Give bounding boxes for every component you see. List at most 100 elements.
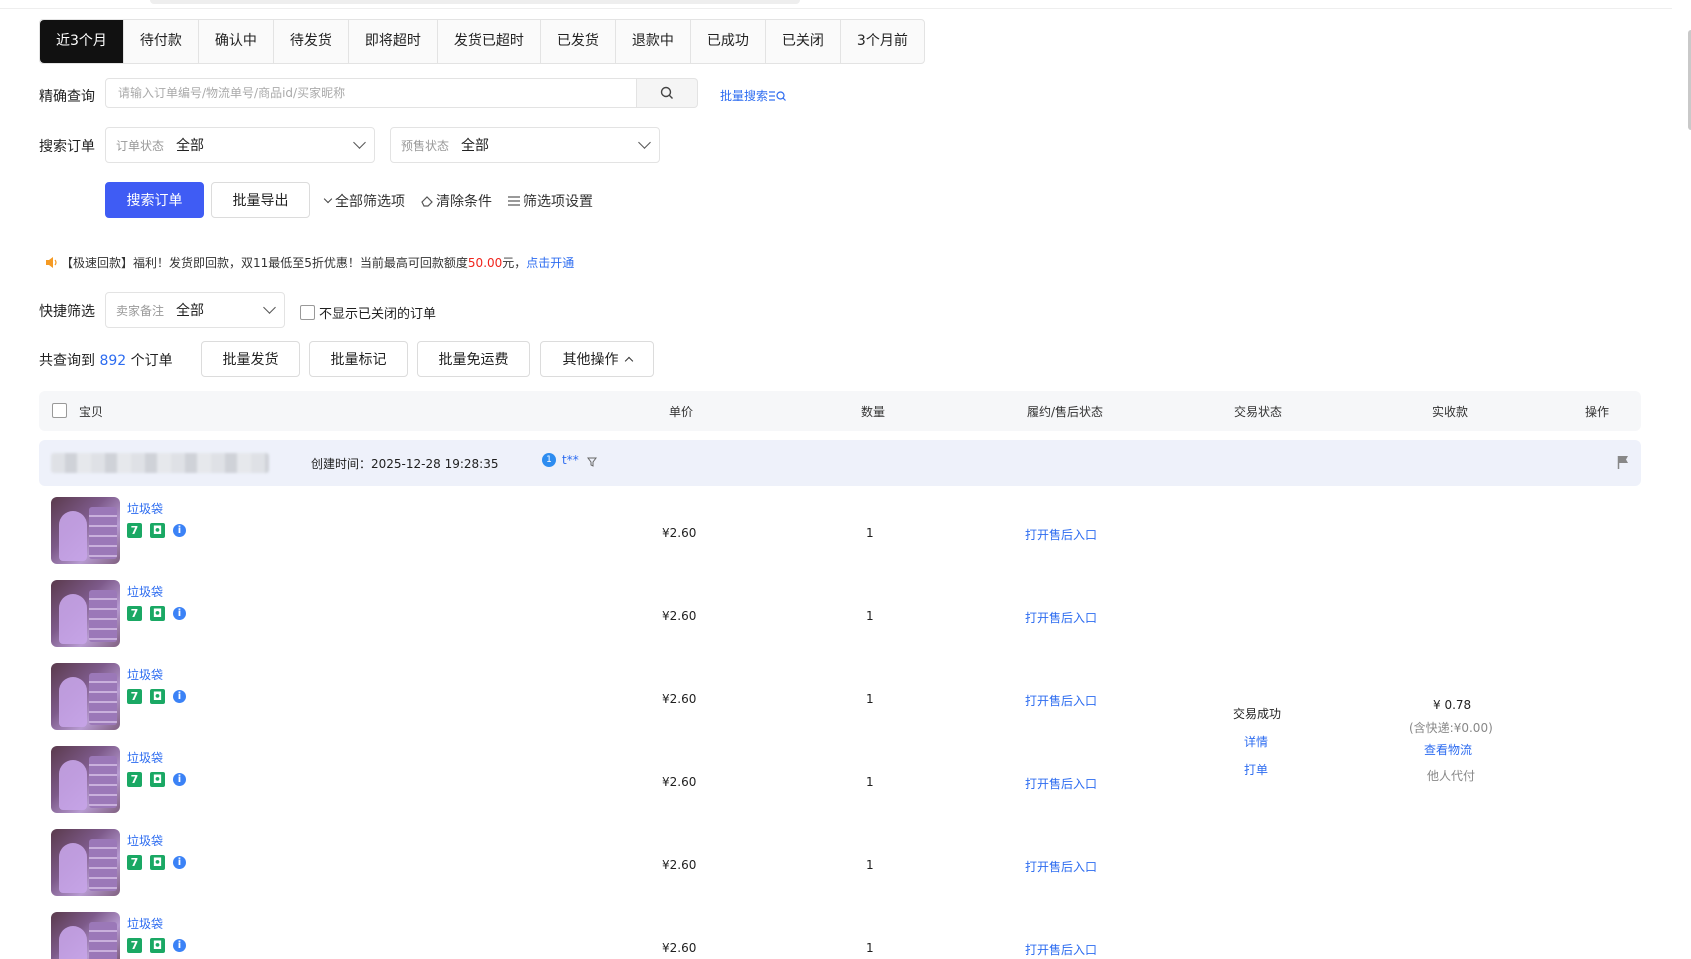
seven-day-return-icon: 7 bbox=[127, 855, 142, 870]
tab-about-to-timeout[interactable]: 即将超时 bbox=[349, 20, 438, 63]
order-status-select[interactable]: 订单状态 全部 bbox=[105, 127, 375, 163]
info-icon[interactable]: i bbox=[173, 607, 186, 620]
item-price: ¥2.60 bbox=[662, 692, 697, 706]
item-price: ¥2.60 bbox=[662, 526, 697, 540]
presale-status-label: 预售状态 bbox=[401, 138, 450, 153]
item-thumbnail[interactable] bbox=[51, 580, 120, 647]
select-all-checkbox[interactable] bbox=[52, 403, 67, 418]
tab-older-than-3-months[interactable]: 3个月前 bbox=[841, 20, 924, 63]
item-quantity: 1 bbox=[866, 609, 874, 623]
seller-note-label: 卖家备注 bbox=[116, 303, 165, 318]
header-fulfillment: 履约/售后状态 bbox=[1027, 405, 1104, 419]
tab-to-ship[interactable]: 待发货 bbox=[274, 20, 349, 63]
created-time: 创建时间：2025-12-28 19:28:35 bbox=[311, 455, 498, 472]
tab-shipped[interactable]: 已发货 bbox=[541, 20, 616, 63]
order-table-header: 宝贝 单价 数量 履约/售后状态 交易状态 实收款 操作 bbox=[39, 391, 1641, 431]
chevron-up-icon bbox=[624, 356, 633, 366]
tab-pending-payment[interactable]: 待付款 bbox=[124, 20, 199, 63]
tab-succeeded[interactable]: 已成功 bbox=[691, 20, 766, 63]
item-tag-icons: 7 ◘ i bbox=[127, 689, 186, 704]
item-title-link[interactable]: 垃圾袋 bbox=[127, 583, 163, 600]
buyer-nickname[interactable]: t** bbox=[562, 453, 579, 467]
presale-status-value: 全部 bbox=[461, 138, 490, 154]
after-sale-entry-link[interactable]: 打开售后入口 bbox=[1025, 941, 1097, 958]
item-thumbnail[interactable] bbox=[51, 497, 120, 564]
order-detail-link[interactable]: 详情 bbox=[1244, 733, 1268, 750]
item-title-link[interactable]: 垃圾袋 bbox=[127, 915, 163, 932]
header-trade-status: 交易状态 bbox=[1234, 405, 1283, 419]
item-tag-icons: 7 ◘ i bbox=[127, 938, 186, 953]
item-quantity: 1 bbox=[866, 692, 874, 706]
batch-mark-button[interactable]: 批量标记 bbox=[309, 341, 408, 377]
batch-export-button[interactable]: 批量导出 bbox=[211, 182, 310, 218]
search-orders-button[interactable]: 搜索订单 bbox=[105, 182, 204, 218]
print-order-link[interactable]: 打单 bbox=[1244, 761, 1268, 778]
flag-icon[interactable] bbox=[1617, 455, 1629, 469]
presale-status-select[interactable]: 预售状态 全部 bbox=[390, 127, 660, 163]
after-sale-entry-link[interactable]: 打开售后入口 bbox=[1025, 692, 1097, 709]
search-input[interactable] bbox=[106, 79, 636, 107]
seven-day-return-icon: 7 bbox=[127, 606, 142, 621]
hide-closed-orders-option[interactable]: 不显示已关闭的订单 bbox=[300, 303, 436, 322]
notice-text: 【极速回款】福利！发货即回款，双11最低至5折优惠！当前最高可回款额度 bbox=[61, 256, 468, 270]
shipping-insurance-icon: ◘ bbox=[150, 606, 165, 621]
filter-settings-button[interactable]: 筛选项设置 bbox=[507, 191, 593, 211]
summary-prefix: 共查询到 bbox=[39, 353, 95, 369]
filter-icon[interactable] bbox=[586, 457, 597, 467]
notice-unit: 元， bbox=[502, 256, 527, 270]
after-sale-entry-link[interactable]: 打开售后入口 bbox=[1025, 526, 1097, 543]
item-thumbnail[interactable] bbox=[51, 746, 120, 813]
shipping-fee-note: (含快递:¥0.00) bbox=[1409, 721, 1493, 735]
batch-search-label: 批量搜索 bbox=[720, 89, 769, 103]
item-title-link[interactable]: 垃圾袋 bbox=[127, 666, 163, 683]
seven-day-return-icon: 7 bbox=[127, 938, 142, 953]
after-sale-entry-link[interactable]: 打开售后入口 bbox=[1025, 858, 1097, 875]
header-quantity: 数量 bbox=[861, 405, 886, 419]
list-search-icon bbox=[769, 90, 786, 101]
notice-enable-link[interactable]: 点击开通 bbox=[526, 254, 574, 271]
info-icon[interactable]: i bbox=[173, 856, 186, 869]
batch-ship-button[interactable]: 批量发货 bbox=[201, 341, 300, 377]
other-actions-dropdown[interactable]: 其他操作 bbox=[540, 341, 654, 377]
tab-recent-3-months[interactable]: 近3个月 bbox=[40, 20, 124, 63]
other-actions-label: 其他操作 bbox=[562, 352, 619, 368]
info-icon[interactable]: i bbox=[173, 939, 186, 952]
after-sale-entry-link[interactable]: 打开售后入口 bbox=[1025, 775, 1097, 792]
chevron-down-icon bbox=[353, 136, 366, 149]
after-sale-entry-link[interactable]: 打开售后入口 bbox=[1025, 609, 1097, 626]
item-thumbnail[interactable] bbox=[51, 912, 120, 959]
chevron-down-icon bbox=[323, 194, 333, 204]
tab-refunding[interactable]: 退款中 bbox=[616, 20, 691, 63]
batch-free-shipping-button[interactable]: 批量免运费 bbox=[417, 341, 530, 377]
item-thumbnail[interactable] bbox=[51, 829, 120, 896]
search-submit-button[interactable] bbox=[637, 78, 698, 108]
buyer-info[interactable]: 1 t** bbox=[542, 453, 597, 467]
trade-status-text: 交易成功 bbox=[1233, 707, 1282, 721]
notice-amount: 50.00 bbox=[467, 255, 503, 270]
tab-ship-timeout[interactable]: 发货已超时 bbox=[438, 20, 541, 63]
batch-search-link[interactable]: 批量搜索 bbox=[720, 87, 787, 104]
list-icon bbox=[508, 196, 520, 206]
buyer-avatar-icon: 1 bbox=[542, 453, 556, 467]
all-filters-toggle[interactable]: 全部筛选项 bbox=[323, 191, 405, 211]
tab-confirming[interactable]: 确认中 bbox=[199, 20, 274, 63]
item-title-link[interactable]: 垃圾袋 bbox=[127, 749, 163, 766]
item-price: ¥2.60 bbox=[662, 775, 697, 789]
header-item: 宝贝 bbox=[79, 405, 104, 419]
hide-closed-checkbox[interactable] bbox=[300, 305, 315, 320]
seven-day-return-icon: 7 bbox=[127, 772, 142, 787]
info-icon[interactable]: i bbox=[173, 773, 186, 786]
seven-day-return-icon: 7 bbox=[127, 523, 142, 538]
info-icon[interactable]: i bbox=[173, 690, 186, 703]
seller-note-select[interactable]: 卖家备注 全部 bbox=[105, 292, 285, 328]
chevron-down-icon bbox=[263, 301, 276, 314]
tab-closed[interactable]: 已关闭 bbox=[766, 20, 841, 63]
filter-settings-label: 筛选项设置 bbox=[523, 194, 593, 210]
info-icon[interactable]: i bbox=[173, 524, 186, 537]
item-title-link[interactable]: 垃圾袋 bbox=[127, 500, 163, 517]
item-thumbnail[interactable] bbox=[51, 663, 120, 730]
item-title-link[interactable]: 垃圾袋 bbox=[127, 832, 163, 849]
hide-closed-label: 不显示已关闭的订单 bbox=[319, 307, 437, 322]
view-logistics-link[interactable]: 查看物流 bbox=[1424, 741, 1472, 758]
clear-conditions-button[interactable]: 清除条件 bbox=[421, 191, 492, 211]
